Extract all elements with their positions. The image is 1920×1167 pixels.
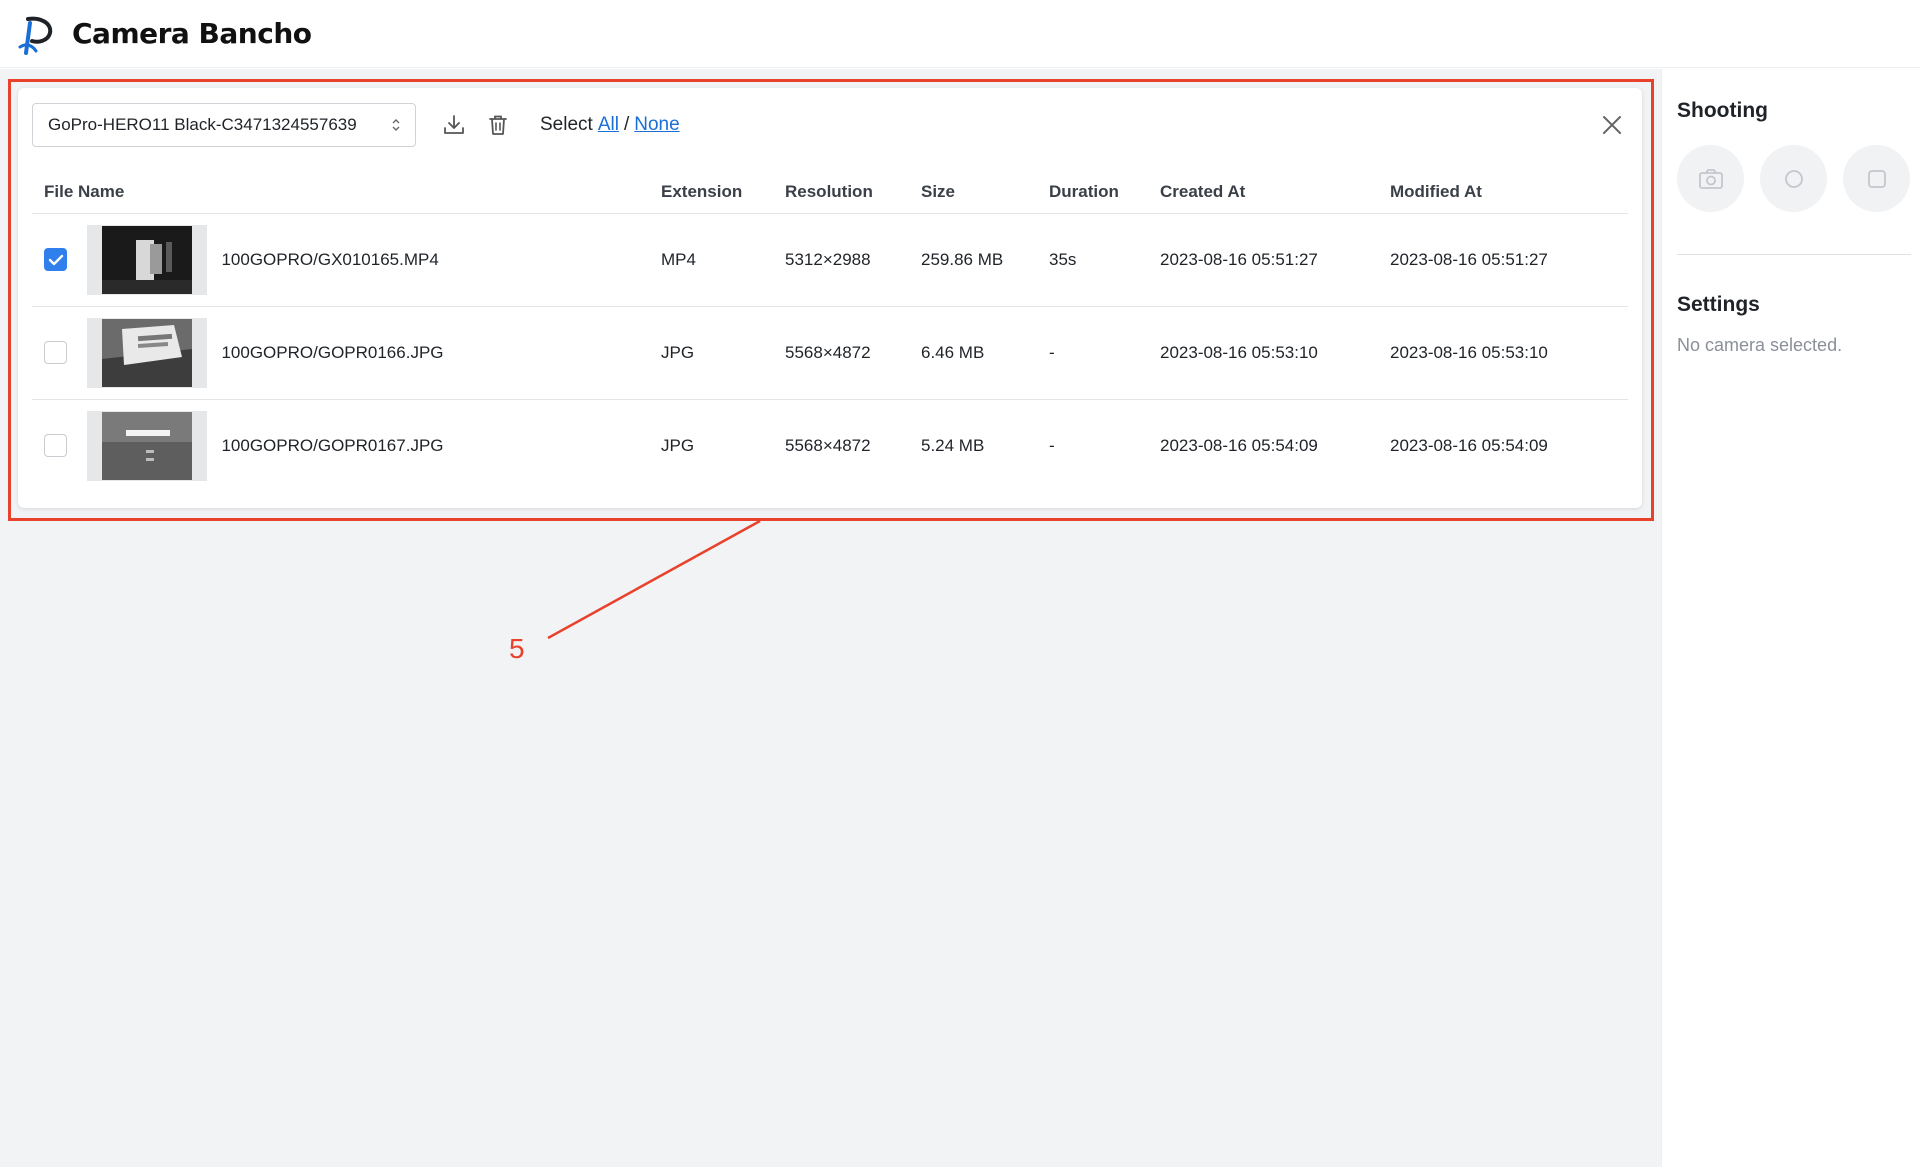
size-cell: 6.46 MB — [921, 306, 1049, 400]
select-controls: Select All / None — [540, 114, 680, 136]
select-all-link[interactable]: All — [598, 114, 619, 136]
modified-at-cell: 2023-08-16 05:54:09 — [1390, 435, 1548, 455]
photo-thumbnail-image — [101, 411, 192, 480]
record-button[interactable] — [1760, 145, 1827, 212]
column-header-size[interactable]: Size — [921, 171, 1049, 214]
size-cell: 5.24 MB — [921, 435, 985, 455]
camera-select-value: GoPro-HERO11 Black-C3471324557639 — [48, 115, 357, 134]
checkmark-icon — [48, 254, 63, 265]
created-at-cell: 2023-08-16 05:51:27 — [1160, 213, 1390, 307]
file-name: 100GOPRO/GX010165.MP4 — [221, 249, 439, 269]
row-checkbox[interactable] — [44, 434, 67, 458]
file-toolbar: GoPro-HERO11 Black-C3471324557639 Select… — [32, 103, 1628, 147]
row-checkbox[interactable] — [44, 248, 67, 271]
chevron-up-down-icon — [392, 119, 400, 131]
modified-at-cell: 2023-08-16 05:51:27 — [1390, 213, 1628, 307]
stop-button[interactable] — [1843, 145, 1910, 212]
file-thumbnail[interactable] — [86, 317, 207, 388]
download-button[interactable] — [440, 111, 468, 139]
app-logo-icon — [18, 16, 53, 55]
settings-empty-text: No camera selected. — [1677, 335, 1843, 355]
video-thumbnail-image — [101, 225, 192, 294]
close-panel-button[interactable] — [1596, 109, 1628, 141]
file-name: 100GOPRO/GOPR0167.JPG — [221, 435, 444, 455]
square-icon — [1867, 169, 1886, 188]
column-header-file-name[interactable]: File Name — [32, 171, 661, 214]
circle-icon — [1784, 169, 1803, 188]
extension-cell: JPG — [661, 306, 785, 400]
file-name-cell: 100GOPRO/GX010165.MP4 — [32, 213, 661, 307]
camera-select[interactable]: GoPro-HERO11 Black-C3471324557639 — [32, 103, 416, 147]
file-table: File Name Extension Resolution Size Dura… — [32, 171, 1628, 492]
resolution-cell: 5312×2988 — [785, 213, 921, 307]
photo-thumbnail-image — [101, 318, 192, 387]
close-icon — [1603, 116, 1621, 134]
file-browser-panel: GoPro-HERO11 Black-C3471324557639 Select… — [18, 88, 1642, 508]
created-at-cell: 2023-08-16 05:53:10 — [1160, 306, 1390, 400]
camera-icon — [1698, 168, 1723, 189]
download-icon — [444, 115, 464, 134]
duration-cell: - — [1049, 435, 1055, 455]
sidebar-divider — [1677, 254, 1911, 255]
trash-icon — [489, 115, 507, 135]
file-name-cell: 100GOPRO/GOPR0167.JPG — [32, 399, 661, 492]
column-header-duration[interactable]: Duration — [1049, 171, 1160, 214]
shooting-title: Shooting — [1677, 99, 1768, 122]
table-row[interactable]: 100GOPRO/GOPR0167.JPG JPG 5568×4872 5.24… — [32, 399, 1628, 492]
resolution-cell: 5568×4872 — [785, 435, 871, 455]
settings-title: Settings — [1677, 293, 1760, 316]
file-name-cell: 100GOPRO/GOPR0166.JPG — [32, 306, 661, 400]
extension-cell: MP4 — [661, 213, 785, 307]
delete-button[interactable] — [484, 111, 512, 139]
file-thumbnail[interactable] — [86, 224, 207, 295]
column-header-resolution[interactable]: Resolution — [785, 171, 921, 214]
size-cell: 259.86 MB — [921, 213, 1049, 307]
resolution-cell: 5568×4872 — [785, 306, 921, 400]
row-checkbox[interactable] — [44, 341, 67, 364]
select-none-link[interactable]: None — [634, 114, 679, 136]
modified-at-cell: 2023-08-16 05:53:10 — [1390, 306, 1628, 400]
created-at-cell: 2023-08-16 05:54:09 — [1160, 435, 1318, 455]
table-header-row: File Name Extension Resolution Size Dura… — [32, 171, 1628, 214]
capture-photo-button[interactable] — [1677, 145, 1744, 212]
select-separator: / — [623, 114, 630, 135]
duration-cell: 35s — [1049, 213, 1160, 307]
table-row[interactable]: 100GOPRO/GOPR0166.JPG JPG 5568×4872 6.46… — [32, 306, 1628, 400]
table-row[interactable]: 100GOPRO/GX010165.MP4 MP4 5312×2988 259.… — [32, 213, 1628, 307]
right-sidebar: Shooting Settings No camera selected. — [1661, 69, 1920, 1167]
extension-cell: JPG — [661, 435, 695, 455]
app-title: Camera Bancho — [72, 17, 312, 50]
file-name: 100GOPRO/GOPR0166.JPG — [221, 342, 444, 362]
shooting-buttons — [1677, 145, 1910, 212]
app-header: Camera Bancho — [0, 0, 1920, 68]
column-header-extension[interactable]: Extension — [661, 171, 785, 214]
select-label: Select — [540, 114, 593, 135]
column-header-modified-at[interactable]: Modified At — [1390, 171, 1628, 214]
annotation-number: 5 — [509, 633, 525, 664]
column-header-created-at[interactable]: Created At — [1160, 171, 1390, 214]
duration-cell: - — [1049, 306, 1160, 400]
file-thumbnail[interactable] — [86, 410, 207, 481]
